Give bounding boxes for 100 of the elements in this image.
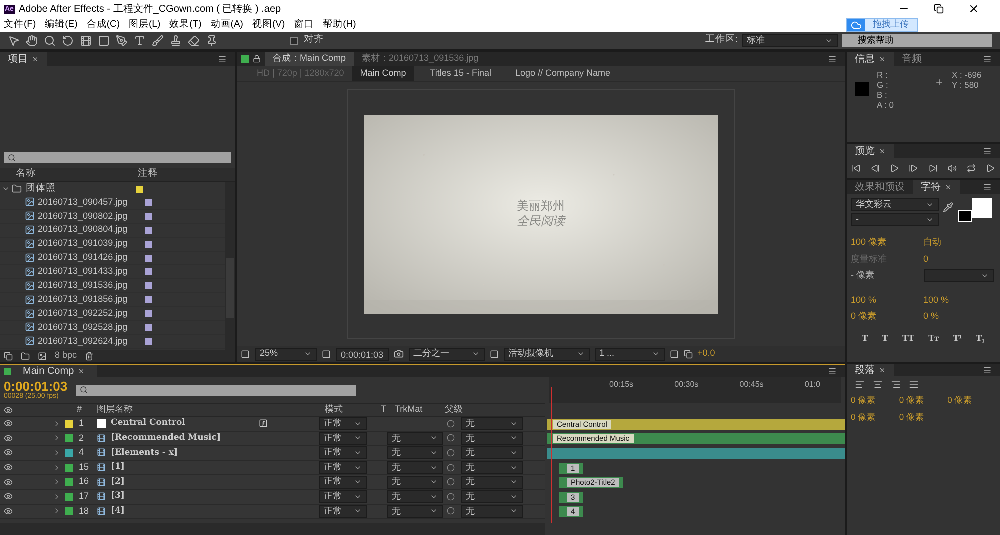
layer-bar[interactable] <box>547 448 845 459</box>
parent-dropdown[interactable]: 无 <box>461 490 523 504</box>
file-name[interactable]: 20160713_090804.jpg <box>38 223 145 237</box>
trash-icon[interactable] <box>85 352 94 360</box>
file-name[interactable]: 20160713_091433.jpg <box>38 265 145 279</box>
parent-dropdown[interactable]: 无 <box>461 476 523 489</box>
mode-dropdown[interactable]: 正常 <box>319 417 367 430</box>
menu-item[interactable]: 编辑(E) <box>45 18 78 32</box>
text-style-button[interactable]: T <box>862 332 868 345</box>
column-header[interactable]: 模式 <box>325 403 381 417</box>
layer-row[interactable]: 16 [2] 正常 无 无 <box>0 475 545 490</box>
track-matte-dropdown[interactable]: 无 <box>387 461 443 474</box>
rotate-tool-icon[interactable] <box>62 34 74 46</box>
stroke-width-field[interactable]: - 像素 <box>851 269 924 282</box>
leading-field[interactable]: 自动 <box>924 236 996 250</box>
text-style-button[interactable]: Tт <box>928 332 940 345</box>
panel-menu-icon[interactable] <box>983 366 992 374</box>
exposure-value[interactable]: +0.0 <box>698 347 716 361</box>
label-swatch[interactable] <box>145 324 152 331</box>
label-swatch[interactable] <box>136 186 143 192</box>
layer-row[interactable]: 17 [3] 正常 无 无 <box>0 490 545 505</box>
label-swatch[interactable] <box>65 420 73 428</box>
text-style-button[interactable]: T <box>882 332 888 345</box>
label-swatch[interactable] <box>65 507 73 516</box>
tracking-field[interactable]: 0 <box>924 252 996 266</box>
parent-dropdown[interactable]: 无 <box>461 461 523 474</box>
column-header[interactable]: TrkMat <box>395 403 445 417</box>
type-tool-icon[interactable] <box>134 34 146 46</box>
label-swatch[interactable] <box>145 338 152 345</box>
layer-row[interactable]: 4 [Elements - x] 正常 无 无 <box>0 446 545 461</box>
mode-dropdown[interactable]: 正常 <box>319 461 367 474</box>
layer-name[interactable]: [3] <box>111 490 229 504</box>
parent-dropdown[interactable]: 无 <box>461 417 523 430</box>
close-icon[interactable] <box>968 3 980 15</box>
rectangle-tool-icon[interactable] <box>98 34 110 46</box>
layer-name[interactable]: [1] <box>111 461 229 474</box>
layer-name[interactable]: [4] <box>111 504 229 518</box>
panel-tab[interactable]: 预览 <box>847 144 894 158</box>
visibility-icon[interactable] <box>4 434 13 443</box>
eyedropper-icon[interactable] <box>943 202 954 213</box>
next-frame-icon[interactable] <box>909 164 918 172</box>
label-swatch[interactable] <box>145 212 152 220</box>
indent-field[interactable]: 0 像素 <box>948 394 996 407</box>
menu-item[interactable]: 窗口 <box>294 18 314 32</box>
label-swatch[interactable] <box>145 296 152 304</box>
visibility-icon[interactable] <box>4 506 13 516</box>
panel-tab[interactable]: 字符 <box>913 180 960 194</box>
viewer-tab[interactable]: 合成：Main Comp <box>265 52 354 66</box>
track-matte-dropdown[interactable]: 无 <box>387 504 443 518</box>
label-swatch[interactable] <box>145 282 152 290</box>
font-size-field[interactable]: 100 像素 <box>851 236 924 250</box>
track-matte-dropdown[interactable]: 无 <box>387 446 443 460</box>
menu-item[interactable]: 文件(F) <box>4 18 36 32</box>
indent-field[interactable]: 0 像素 <box>899 410 948 424</box>
label-swatch[interactable] <box>65 448 73 457</box>
mode-dropdown[interactable]: 正常 <box>319 432 367 445</box>
file-name[interactable]: 20160713_090457.jpg <box>38 196 145 210</box>
play-icon[interactable] <box>890 164 900 172</box>
first-frame-icon[interactable] <box>852 164 862 172</box>
workspace-dropdown[interactable]: 标准 <box>742 34 838 47</box>
layer-row[interactable]: 18 [4] 正常 无 无 <box>0 504 545 520</box>
label-swatch[interactable] <box>145 268 152 276</box>
panel-menu-icon[interactable] <box>983 146 992 156</box>
pin-tool-icon[interactable] <box>206 34 218 46</box>
menu-item[interactable]: 图层(L) <box>129 18 161 32</box>
mode-dropdown[interactable]: 正常 <box>319 476 367 489</box>
text-style-button[interactable]: TT <box>902 332 914 345</box>
mode-dropdown[interactable]: 正常 <box>319 446 367 460</box>
parent-dropdown[interactable]: 无 <box>461 504 523 518</box>
label-swatch[interactable] <box>65 464 73 472</box>
text-style-button[interactable]: T¹ <box>953 332 962 345</box>
label-swatch[interactable] <box>145 310 152 318</box>
visibility-icon[interactable] <box>4 492 13 502</box>
resolution-dropdown[interactable]: 二分之一 <box>408 348 485 360</box>
file-name[interactable]: 20160713_092528.jpg <box>38 320 145 334</box>
file-name[interactable]: 20160713_091426.jpg <box>38 251 145 265</box>
visibility-icon[interactable] <box>4 406 13 414</box>
zoom-dropdown[interactable]: 25% <box>255 348 317 360</box>
font-dropdown[interactable]: 华文彩云 <box>851 198 939 211</box>
baseline-shift-field[interactable]: 0 像素 <box>851 310 924 324</box>
new-folder-icon[interactable] <box>21 352 30 360</box>
label-swatch[interactable] <box>65 434 73 442</box>
loop-icon[interactable] <box>966 164 976 172</box>
track-matte-dropdown[interactable]: 无 <box>387 432 443 445</box>
views-dropdown[interactable]: 1 ... <box>594 348 665 360</box>
layer-name[interactable]: [2] <box>111 476 229 489</box>
visibility-icon[interactable] <box>4 419 13 428</box>
layer-name[interactable]: [Recommended Music] <box>111 432 229 445</box>
parent-dropdown[interactable]: 无 <box>461 446 523 460</box>
visibility-icon[interactable] <box>4 463 13 472</box>
label-swatch[interactable] <box>241 55 249 63</box>
lock-icon[interactable] <box>253 55 261 63</box>
parent-dropdown[interactable]: 无 <box>461 432 523 445</box>
snap-checkbox[interactable] <box>290 36 298 44</box>
breadcrumb[interactable]: Main Comp <box>352 66 414 82</box>
mode-dropdown[interactable]: 正常 <box>319 504 367 518</box>
indent-field[interactable]: 0 像素 <box>899 394 948 407</box>
file-name[interactable]: 20160713_092252.jpg <box>38 306 145 320</box>
column-header[interactable]: # <box>77 403 97 417</box>
align-right-icon[interactable] <box>891 380 901 390</box>
